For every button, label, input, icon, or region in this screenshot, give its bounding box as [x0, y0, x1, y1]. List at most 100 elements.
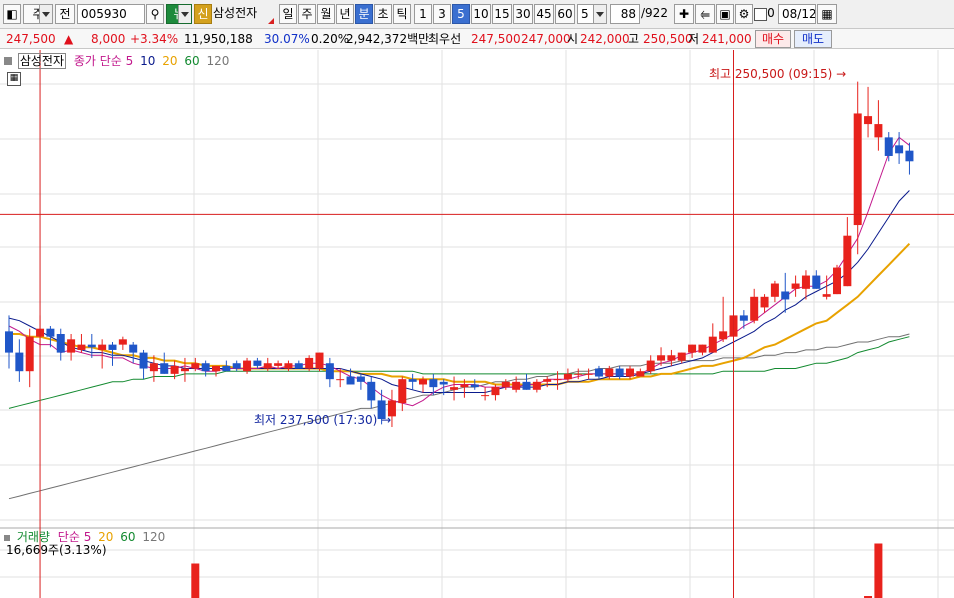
up-triangle-icon: ▲	[64, 32, 74, 46]
candle-up	[180, 368, 189, 372]
interval-3-button[interactable]: 3	[433, 4, 451, 24]
open-price: 242,000	[580, 32, 630, 46]
candle-up	[760, 296, 769, 308]
candle-up	[636, 371, 645, 377]
candle-up	[563, 373, 572, 380]
legend-square-icon	[4, 57, 12, 65]
interval-15-button[interactable]: 15	[492, 4, 512, 24]
interval-60-button[interactable]: 60	[555, 4, 575, 24]
candle-up	[398, 379, 407, 404]
trade-volume: 11,950,188	[184, 32, 253, 46]
candle-up	[491, 387, 500, 396]
candle-down	[439, 381, 448, 385]
interval-5-button[interactable]: 5	[452, 4, 470, 24]
candle-up	[263, 363, 272, 369]
legend-square-icon	[4, 535, 10, 541]
interval-10-button[interactable]: 10	[471, 4, 491, 24]
candle-up	[336, 379, 345, 381]
period-day-button[interactable]: 일	[279, 4, 297, 24]
price-chart[interactable]	[0, 50, 954, 598]
candle-up	[791, 283, 800, 289]
candle-up	[118, 339, 127, 345]
period-year-button[interactable]: 년	[336, 4, 354, 24]
market-type-select[interactable]: 주	[23, 4, 53, 24]
ma60-line	[8, 336, 910, 409]
jeon-button[interactable]: 전	[55, 4, 75, 24]
candle-up	[584, 373, 593, 375]
candle-down	[56, 334, 65, 353]
candle-down	[408, 379, 417, 382]
candle-up	[25, 336, 34, 372]
candle-down	[160, 363, 169, 374]
draw-line-icon[interactable]: ⥢	[695, 4, 715, 24]
period-second-button[interactable]: 초	[374, 4, 392, 24]
volume-legend: 거래량 단순 5 20 60 120	[4, 530, 165, 544]
candle-up	[864, 116, 873, 125]
candle-up	[481, 395, 490, 397]
crosshair-icon[interactable]: ✚	[674, 4, 694, 24]
candle-up	[708, 336, 717, 353]
candle-up	[677, 352, 686, 361]
high-label: 고	[628, 32, 640, 46]
stock-code-input[interactable]: 005930	[77, 4, 145, 24]
candle-down	[356, 376, 365, 382]
news-select[interactable]: 뉴	[166, 4, 192, 24]
interval-1-button[interactable]: 1	[414, 4, 432, 24]
candle-up	[315, 352, 324, 369]
candle-up	[170, 365, 179, 374]
period-minute-button[interactable]: 분	[355, 4, 373, 24]
period-tick-button[interactable]: 틱	[393, 4, 411, 24]
candle-up	[501, 381, 510, 388]
candle-up	[191, 363, 200, 369]
candle-down	[884, 137, 893, 156]
panel-toggle-icon[interactable]: ◧	[3, 4, 21, 24]
low-label: 저	[688, 32, 700, 46]
sell-button[interactable]: 매도	[794, 30, 832, 48]
grid-toggle-icon[interactable]: ▦	[7, 72, 21, 86]
candle-down	[87, 344, 96, 348]
price-change: 8,000	[91, 32, 126, 46]
legend-ma20: 20	[162, 54, 178, 68]
candle-up	[833, 267, 841, 295]
save-icon[interactable]: ▣	[716, 4, 734, 24]
calendar-icon[interactable]: ▦	[817, 4, 837, 24]
buy-button[interactable]: 매수	[755, 30, 791, 48]
candle-count-input[interactable]: 88	[610, 4, 640, 24]
candle-down	[253, 360, 262, 366]
candle-down	[905, 150, 914, 162]
candle-down	[46, 328, 55, 337]
candle-down	[294, 363, 303, 369]
candle-up	[77, 344, 86, 350]
candle-down	[367, 381, 376, 401]
candle-up	[853, 113, 862, 226]
candle-up	[770, 283, 779, 297]
candle-up	[688, 344, 697, 353]
candle-up	[419, 379, 427, 385]
low-price: 241,000	[702, 32, 752, 46]
period-month-button[interactable]: 월	[317, 4, 335, 24]
candle-up	[450, 387, 459, 390]
candle-up	[543, 379, 552, 382]
crosshair	[0, 50, 954, 598]
volume-bars	[191, 543, 883, 598]
interval-select-value: 5	[581, 7, 589, 21]
chevron-down-icon	[178, 5, 191, 23]
best-bid: 247,000	[521, 32, 571, 46]
candle-down	[325, 363, 334, 380]
interval-select[interactable]: 5	[577, 4, 607, 24]
legend-stock-name[interactable]: 삼성전자	[17, 53, 66, 69]
interval-45-button[interactable]: 45	[534, 4, 554, 24]
volume-ma120: 120	[142, 530, 166, 544]
date-input[interactable]: 08/12	[778, 4, 816, 24]
gear-icon[interactable]: ⚙	[735, 4, 753, 24]
candle-down	[522, 381, 531, 390]
search-icon[interactable]: ⚲	[146, 4, 164, 24]
legend-ma5: 5	[125, 54, 134, 68]
trade-amount: 2,942,372백만	[346, 32, 430, 46]
candle-down	[895, 145, 904, 154]
credit-badge[interactable]: 신	[194, 4, 212, 24]
candle-up	[843, 235, 852, 287]
interval-30-button[interactable]: 30	[513, 4, 533, 24]
period-week-button[interactable]: 주	[298, 4, 316, 24]
candle-down	[15, 352, 24, 372]
